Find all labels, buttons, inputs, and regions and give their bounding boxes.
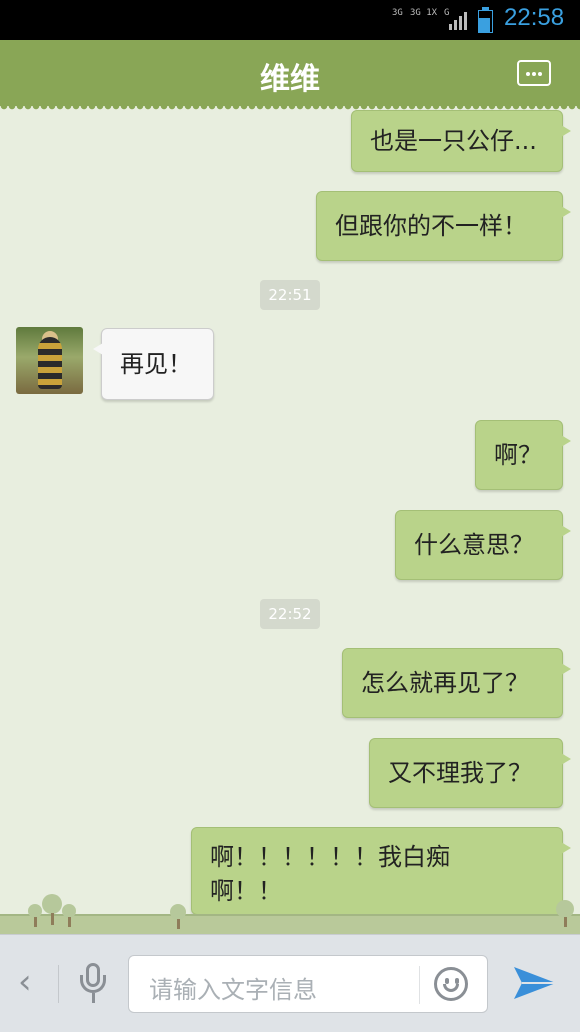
message-text: 什么意思？ bbox=[414, 531, 534, 559]
message-timestamp: 22:52 bbox=[260, 599, 320, 629]
message-text: 再见！ bbox=[120, 350, 192, 378]
microphone-icon[interactable] bbox=[78, 963, 110, 1007]
smiley-icon[interactable] bbox=[434, 967, 468, 1001]
message-text: 但跟你的不一样！ bbox=[335, 212, 527, 240]
status-clock: 22:58 bbox=[504, 4, 565, 31]
contact-name-title: 维维 bbox=[260, 62, 320, 97]
more-dots-icon bbox=[526, 72, 530, 76]
chat-header: 维维 bbox=[0, 40, 580, 112]
message-text: 啊？ bbox=[494, 441, 542, 469]
message-outgoing[interactable]: 什么意思？ bbox=[395, 510, 571, 580]
chevron-left-icon[interactable]: ‹ bbox=[18, 965, 32, 999]
battery-icon bbox=[478, 7, 493, 33]
signal-icon bbox=[449, 8, 469, 30]
divider bbox=[58, 965, 59, 1003]
message-outgoing[interactable]: 也是一只公仔... bbox=[351, 110, 571, 172]
message-text-line-1: 啊！！！！！！我白痴 bbox=[210, 843, 450, 871]
chat-messages-area[interactable]: 也是一只公仔... 但跟你的不一样！ 22:51 再见！ 啊？ 什么意思？ 22… bbox=[0, 106, 580, 932]
send-icon[interactable] bbox=[512, 963, 558, 1003]
network-label-3g-1x: 3G 1X bbox=[410, 8, 438, 18]
decorative-landscape bbox=[0, 888, 580, 936]
message-text: 又不理我了？ bbox=[388, 759, 532, 787]
message-outgoing[interactable]: 又不理我了？ bbox=[369, 738, 571, 808]
message-outgoing[interactable]: 但跟你的不一样！ bbox=[316, 191, 571, 261]
message-outgoing[interactable]: 怎么就再见了？ bbox=[342, 648, 571, 718]
message-outgoing[interactable]: 啊？ bbox=[475, 420, 571, 490]
message-incoming[interactable]: 再见！ bbox=[93, 328, 214, 400]
message-timestamp: 22:51 bbox=[260, 280, 320, 310]
message-input-bar: ‹ 请输入文字信息 bbox=[0, 934, 580, 1032]
message-text-input[interactable]: 请输入文字信息 bbox=[128, 955, 488, 1013]
message-text: 也是一只公仔... bbox=[370, 127, 537, 155]
network-label-3g: 3G bbox=[392, 8, 403, 18]
contact-avatar[interactable] bbox=[16, 327, 83, 394]
message-input-placeholder: 请输入文字信息 bbox=[149, 976, 317, 1004]
more-options-button[interactable] bbox=[517, 60, 551, 86]
message-text: 怎么就再见了？ bbox=[361, 669, 529, 697]
status-bar: 3G 3G 1X G 22:58 bbox=[0, 0, 580, 40]
